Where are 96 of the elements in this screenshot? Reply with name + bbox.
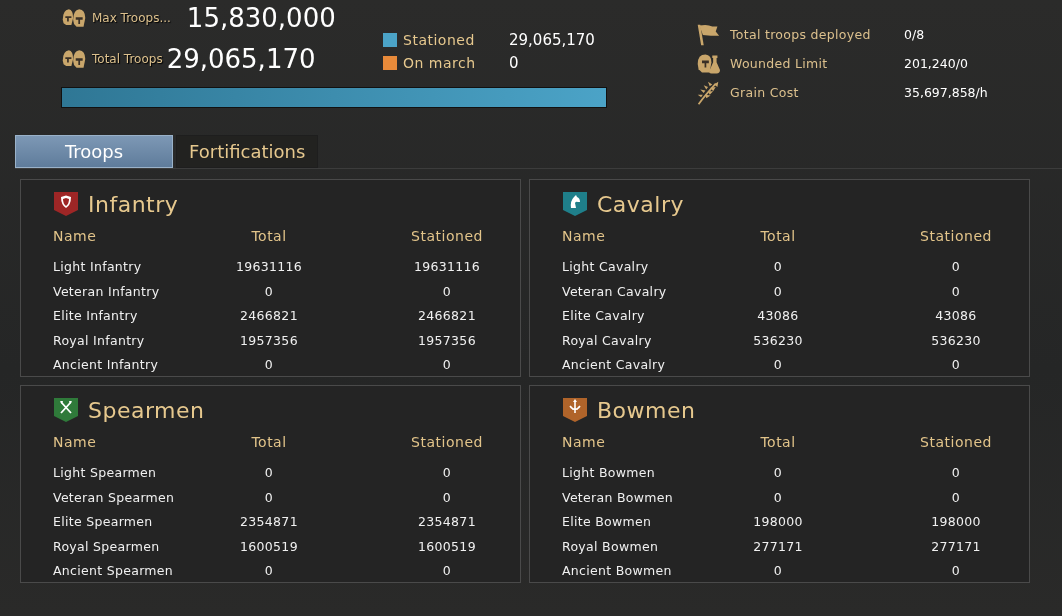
table-cell-text: 0 <box>773 356 783 374</box>
table-cell-text: Veteran Spearmen <box>53 488 175 507</box>
table-cell-text: Elite Infantry <box>53 307 138 325</box>
column-header: Name <box>53 227 97 246</box>
table-cell-text: 2354871 <box>240 513 298 531</box>
column-header: Total <box>760 433 796 452</box>
table-cell-text: 0 <box>442 488 452 507</box>
table-cell-text: 43086 <box>935 307 977 325</box>
table-cell-text: Light Bowmen <box>562 464 655 482</box>
table-cell-text: Light Cavalry <box>562 258 649 276</box>
table-cell-text: 19631116 <box>414 258 480 276</box>
table-cell-text: 0 <box>951 464 961 482</box>
tab[interactable]: Troops <box>15 135 173 168</box>
table-cell-text: 0 <box>951 356 961 374</box>
table-cell-text: 0 <box>264 282 274 301</box>
table-cell-text: 198000 <box>931 513 981 531</box>
stat-value: 15,830,000 <box>186 3 336 33</box>
legend-value: 0 <box>509 53 519 72</box>
legend-label: Stationed <box>403 31 476 48</box>
table-cell-text: 536230 <box>931 331 981 350</box>
table-cell-text: 198000 <box>753 513 803 531</box>
column-header: Name <box>562 227 606 246</box>
flag-icon <box>695 22 721 47</box>
table-cell-text: Royal Spearmen <box>53 537 160 556</box>
detail-label: Total troops deployed <box>730 27 872 42</box>
table-cell-text: 2354871 <box>418 513 476 531</box>
tab[interactable]: Fortifications <box>176 135 319 168</box>
table-cell-text: Elite Bowmen <box>562 513 652 531</box>
table-cell-text: 277171 <box>931 537 981 556</box>
table-cell-text: 0 <box>773 464 783 482</box>
table-cell-text: 0 <box>951 562 961 580</box>
table-cell-text: 0 <box>773 488 783 507</box>
column-header: Stationed <box>411 433 483 452</box>
table-cell-text: 0 <box>442 356 452 374</box>
table-cell-text: Royal Infantry <box>53 331 145 350</box>
table-cell-text: Veteran Infantry <box>53 282 160 301</box>
panel-title: Spearmen <box>88 397 205 423</box>
legend-value: 29,065,170 <box>509 30 595 49</box>
detail-label: Wounded Limit <box>730 56 829 71</box>
wheat-icon <box>695 80 721 105</box>
table-cell-text: 1600519 <box>418 537 476 556</box>
panel-title: Infantry <box>88 191 179 217</box>
table-cell-text: 0 <box>442 464 452 482</box>
table-cell-text: Light Infantry <box>53 258 142 276</box>
helmets-icon <box>61 48 87 70</box>
stat-label: Max Troops... <box>92 11 171 25</box>
legend-label: On march <box>403 54 477 71</box>
helmets-icon <box>61 7 87 29</box>
table-cell-text: 1957356 <box>240 331 298 350</box>
detail-label: Grain Cost <box>730 85 800 100</box>
detail-value: 35,697,858/h <box>904 85 988 100</box>
column-header: Stationed <box>411 227 483 246</box>
table-cell-text: 0 <box>442 562 452 580</box>
table-cell-text: Veteran Bowmen <box>562 488 673 507</box>
table-cell-text: Royal Cavalry <box>562 331 652 350</box>
table-cell-text: 1600519 <box>240 537 298 556</box>
table-cell-text: 0 <box>773 562 783 580</box>
detail-value: 0/8 <box>904 27 925 42</box>
column-header: Total <box>251 227 287 246</box>
table-cell-text: 0 <box>773 282 783 301</box>
stat-value: 29,065,170 <box>166 44 316 74</box>
table-cell-text: 0 <box>951 258 961 276</box>
stat-label: Total Troops <box>92 52 163 66</box>
table-cell-text: 0 <box>264 356 274 374</box>
table-cell-text: 2466821 <box>240 307 298 325</box>
table-cell-text: 277171 <box>753 537 803 556</box>
table-cell-text: 1957356 <box>418 331 476 350</box>
table-cell-text: Elite Spearmen <box>53 513 153 531</box>
column-header: Stationed <box>920 227 992 246</box>
table-cell-text: 0 <box>951 488 961 507</box>
column-header: Name <box>562 433 606 452</box>
column-header: Stationed <box>920 433 992 452</box>
table-cell-text: Veteran Cavalry <box>562 282 667 301</box>
table-cell-text: 0 <box>951 282 961 301</box>
table-cell-text: Ancient Cavalry <box>562 356 666 374</box>
table-cell-text: 0 <box>264 562 274 580</box>
table-cell-text: 2466821 <box>418 307 476 325</box>
table-cell-text: 536230 <box>753 331 803 350</box>
detail-value: 201,240/0 <box>904 56 968 71</box>
column-header: Name <box>53 433 97 452</box>
table-cell-text: Ancient Infantry <box>53 356 159 374</box>
table-cell-text: 19631116 <box>236 258 302 276</box>
table-cell-text: 43086 <box>757 307 799 325</box>
table-cell-text: Ancient Spearmen <box>53 562 174 580</box>
table-cell-text: 0 <box>442 282 452 301</box>
table-cell-text: Ancient Bowmen <box>562 562 672 580</box>
column-header: Total <box>760 227 796 246</box>
table-cell-text: 0 <box>773 258 783 276</box>
table-cell-text: Royal Bowmen <box>562 537 659 556</box>
table-cell-text: 0 <box>264 464 274 482</box>
panel-title: Cavalry <box>597 191 685 217</box>
column-header: Total <box>251 433 287 452</box>
panel-title: Bowmen <box>597 397 696 423</box>
table-cell-text: Elite Cavalry <box>562 307 645 325</box>
table-cell-text: 0 <box>264 488 274 507</box>
table-cell-text: Light Spearmen <box>53 464 157 482</box>
